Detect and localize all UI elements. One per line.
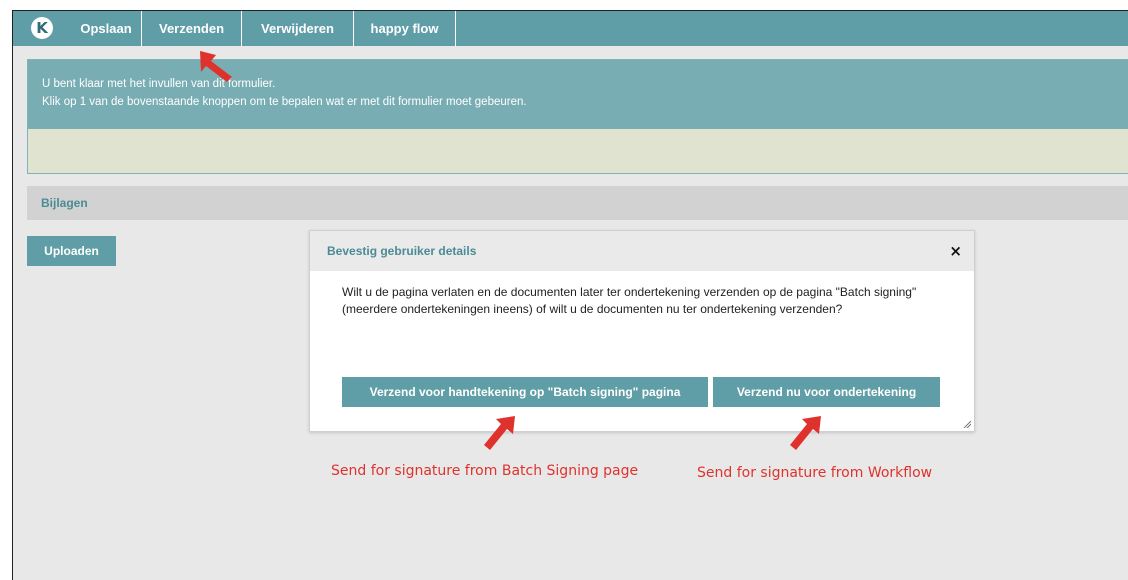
arrow-to-send-icon <box>200 51 232 82</box>
info-line-1: U bent klaar met het invullen van dit fo… <box>42 78 276 90</box>
info-line-2: Klik op 1 van de bovenstaande knoppen om… <box>42 96 527 108</box>
confirm-dialog: Bevestig gebruiker details × Wilt u de p… <box>309 230 975 432</box>
info-panel: U bent klaar met het invullen van dit fo… <box>27 59 1128 174</box>
app-window: K Opslaan Verzenden Verwijderen happy fl… <box>12 10 1128 580</box>
arrow-to-batch-button-icon <box>484 416 515 450</box>
annotation-workflow: Send for signature from Workflow <box>697 465 933 481</box>
send-now-button[interactable]: Verzend nu voor ondertekening <box>713 377 940 407</box>
close-icon[interactable]: × <box>949 231 962 271</box>
dialog-title: Bevestig gebruiker details <box>327 244 477 258</box>
happy-flow-button[interactable]: happy flow <box>354 11 456 46</box>
delete-button[interactable]: Verwijderen <box>242 11 354 46</box>
info-message-area: U bent klaar met het invullen van dit fo… <box>28 60 1128 129</box>
upload-button[interactable]: Uploaden <box>27 236 116 266</box>
save-button[interactable]: Opslaan <box>71 11 142 46</box>
arrow-to-send-now-button-icon <box>790 416 821 450</box>
attachments-title: Bijlagen <box>41 196 88 210</box>
logo-letter: K <box>36 19 48 37</box>
resize-grip-icon[interactable] <box>962 419 971 428</box>
dialog-header: Bevestig gebruiker details × <box>310 231 974 271</box>
send-button[interactable]: Verzenden <box>142 11 242 46</box>
dialog-message: Wilt u de pagina verlaten en de document… <box>342 285 917 316</box>
logo: K <box>31 17 53 39</box>
annotation-batch-signing: Send for signature from Batch Signing pa… <box>331 463 639 479</box>
attachments-header: Bijlagen <box>27 186 1128 220</box>
toolbar: K Opslaan Verzenden Verwijderen happy fl… <box>13 11 1128 46</box>
send-batch-signing-button[interactable]: Verzend voor handtekening op "Batch sign… <box>342 377 708 407</box>
